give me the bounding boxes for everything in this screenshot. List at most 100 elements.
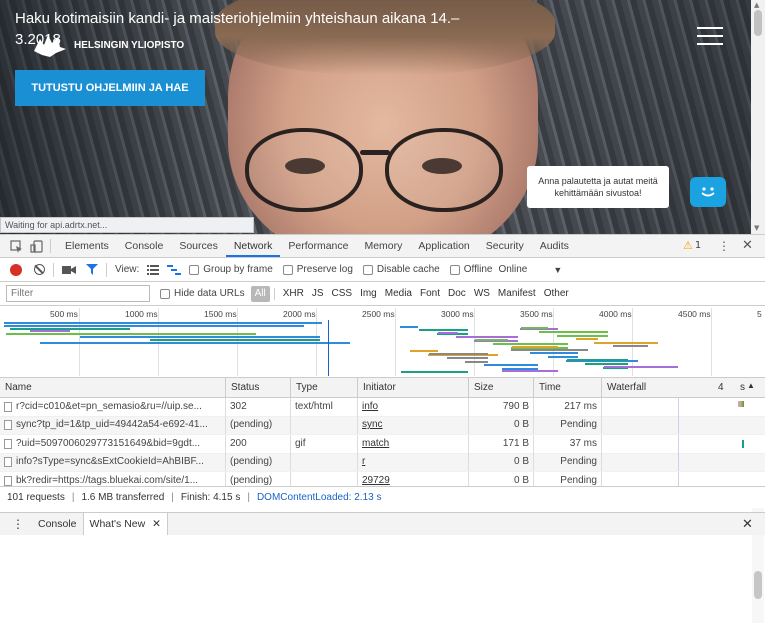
filter-type-css[interactable]: CSS <box>328 286 357 302</box>
col-waterfall[interactable]: Waterfall <box>602 378 714 398</box>
tab-application[interactable]: Application <box>410 235 477 257</box>
request-name-cell[interactable]: ?uid=5097006029773151649&bid=9gdt... <box>0 434 226 453</box>
timeline-bar <box>512 346 558 348</box>
tab-console[interactable]: Console <box>117 235 172 257</box>
filter-type-other[interactable]: Other <box>540 286 573 302</box>
timeline-bar <box>30 330 70 332</box>
request-initiator-link[interactable]: sync <box>362 419 383 430</box>
university-logo[interactable]: HELSINGIN YLIOPISTO <box>30 31 184 59</box>
col-type[interactable]: Type <box>291 378 358 398</box>
preserve-log-option[interactable]: Preserve log <box>282 264 353 275</box>
inspect-element-icon[interactable] <box>8 238 24 254</box>
scrollbar-thumb[interactable] <box>754 10 762 36</box>
table-row[interactable]: r?cid=c010&et=pn_semasio&ru=//uip.se... 3… <box>0 397 765 417</box>
col-initiator[interactable]: Initiator <box>358 378 469 398</box>
tab-performance[interactable]: Performance <box>280 235 356 257</box>
hide-data-urls-checkbox[interactable] <box>160 288 170 299</box>
request-initiator-link[interactable]: 29729 <box>362 475 390 486</box>
sort-up-icon[interactable]: ▲ <box>747 381 755 390</box>
scroll-down-icon[interactable]: ▼ <box>754 224 759 232</box>
devtools-drawer: ⋮ Console What's New ✕ ✕ <box>0 512 765 535</box>
timeline-bar <box>401 371 468 373</box>
waterfall-gridline <box>678 434 679 453</box>
cta-button[interactable]: TUTUSTU OHJELMIIN JA HAE <box>15 70 205 106</box>
close-drawer-icon[interactable]: ✕ <box>742 516 753 532</box>
warnings-counter[interactable]: ⚠ 1 <box>683 239 701 252</box>
close-devtools-icon[interactable]: ✕ <box>742 238 753 253</box>
waterfall-view-icon[interactable] <box>167 264 182 275</box>
col-name[interactable]: Name <box>0 378 226 398</box>
request-type: text/html <box>291 397 358 416</box>
hamburger-menu-icon[interactable] <box>697 27 723 47</box>
timeline-bar <box>594 342 658 344</box>
filter-type-manifest[interactable]: Manifest <box>494 286 540 302</box>
drawer-tab-whats-new[interactable]: What's New ✕ <box>82 513 168 535</box>
timeline-bar <box>6 333 256 335</box>
request-name: ?uid=5097006029773151649&bid=9gdt... <box>16 437 201 449</box>
page-scrollbar[interactable]: ▲ ▼ <box>751 0 765 234</box>
filter-type-media[interactable]: Media <box>381 286 416 302</box>
table-row[interactable]: info?sType=sync&sExtCookieId=AhBIBF... (p… <box>0 453 765 472</box>
throttling-value: Online <box>498 264 528 275</box>
browser-status-bar: Waiting for api.adrtx.net... <box>0 217 254 233</box>
group-by-frame-checkbox[interactable] <box>189 264 200 275</box>
table-scrollbar[interactable] <box>752 491 764 623</box>
timeline-gridline <box>395 308 396 376</box>
filter-type-xhr[interactable]: XHR <box>279 286 308 302</box>
filter-type-all[interactable]: All <box>250 285 270 302</box>
col-time[interactable]: Time <box>534 378 602 398</box>
filter-type-font[interactable]: Font <box>416 286 444 302</box>
filter-icon[interactable] <box>86 264 98 275</box>
request-initiator-link[interactable]: info <box>362 401 378 412</box>
request-name-cell[interactable]: sync?tp_id=1&tp_uid=49442a54-e692-41... <box>0 416 226 435</box>
col-size[interactable]: Size <box>469 378 534 398</box>
clear-button[interactable] <box>34 264 45 275</box>
disable-cache-checkbox[interactable] <box>362 264 373 275</box>
scroll-up-icon[interactable]: ▲ <box>754 1 759 9</box>
request-initiator-link[interactable]: r <box>362 456 365 467</box>
network-toolbar: View: Group by frame Preserve log Disabl… <box>0 258 765 282</box>
offline-checkbox[interactable] <box>449 264 460 275</box>
network-overview-timeline[interactable]: 500 ms 1000 ms 1500 ms 2000 ms 2500 ms 3… <box>0 306 765 378</box>
request-name-cell[interactable]: info?sType=sync&sExtCookieId=AhBIBF... <box>0 453 226 472</box>
more-options-icon[interactable]: ⋮ <box>718 239 730 253</box>
offline-option[interactable]: Offline <box>449 264 492 275</box>
filter-type-img[interactable]: Img <box>356 286 381 302</box>
col-status[interactable]: Status <box>226 378 291 398</box>
drawer-tab-console[interactable]: Console <box>32 513 83 535</box>
preserve-log-checkbox[interactable] <box>282 264 293 275</box>
filter-type-ws[interactable]: WS <box>470 286 494 302</box>
chat-bot-icon[interactable] <box>690 177 726 207</box>
tab-sources[interactable]: Sources <box>171 235 226 257</box>
table-row[interactable]: sync?tp_id=1&tp_uid=49442a54-e692-41... (… <box>0 416 765 435</box>
device-toolbar-icon[interactable] <box>28 238 44 254</box>
drawer-menu-icon[interactable]: ⋮ <box>12 517 24 531</box>
group-by-frame-option[interactable]: Group by frame <box>189 264 273 275</box>
filter-type-js[interactable]: JS <box>308 286 328 302</box>
capture-screenshots-icon[interactable] <box>62 265 76 275</box>
request-type <box>291 453 358 472</box>
scrollbar-thumb[interactable] <box>754 571 762 599</box>
feedback-bubble[interactable]: Anna palautetta ja autat meitä kehittämä… <box>527 166 669 208</box>
close-tab-icon[interactable]: ✕ <box>152 518 161 530</box>
request-name-cell[interactable]: r?cid=c010&et=pn_semasio&ru=//uip.se... <box>0 397 226 416</box>
table-row[interactable]: ?uid=5097006029773151649&bid=9gdt... 200 g… <box>0 434 765 454</box>
hide-data-urls-option[interactable]: Hide data URLs <box>160 288 245 299</box>
website-viewport: Haku kotimaisiin kandi- ja maisteriohjel… <box>0 0 765 234</box>
request-time: 37 ms <box>534 434 602 453</box>
tab-network[interactable]: Network <box>225 235 281 257</box>
tab-memory[interactable]: Memory <box>356 235 410 257</box>
disable-cache-option[interactable]: Disable cache <box>362 264 440 275</box>
record-button[interactable] <box>10 263 22 276</box>
table-body: r?cid=c010&et=pn_semasio&ru=//uip.se... 3… <box>0 397 765 491</box>
filter-input[interactable] <box>6 285 150 302</box>
tab-security[interactable]: Security <box>478 235 532 257</box>
throttling-select[interactable]: Online ▼ <box>498 264 562 275</box>
tab-elements[interactable]: Elements <box>57 235 117 257</box>
tab-audits[interactable]: Audits <box>532 235 577 257</box>
waterfall-gridline <box>678 416 679 435</box>
request-initiator-link[interactable]: match <box>362 438 389 449</box>
filter-type-doc[interactable]: Doc <box>444 286 470 302</box>
large-rows-icon[interactable] <box>147 264 160 275</box>
waterfall-gridline <box>678 453 679 472</box>
